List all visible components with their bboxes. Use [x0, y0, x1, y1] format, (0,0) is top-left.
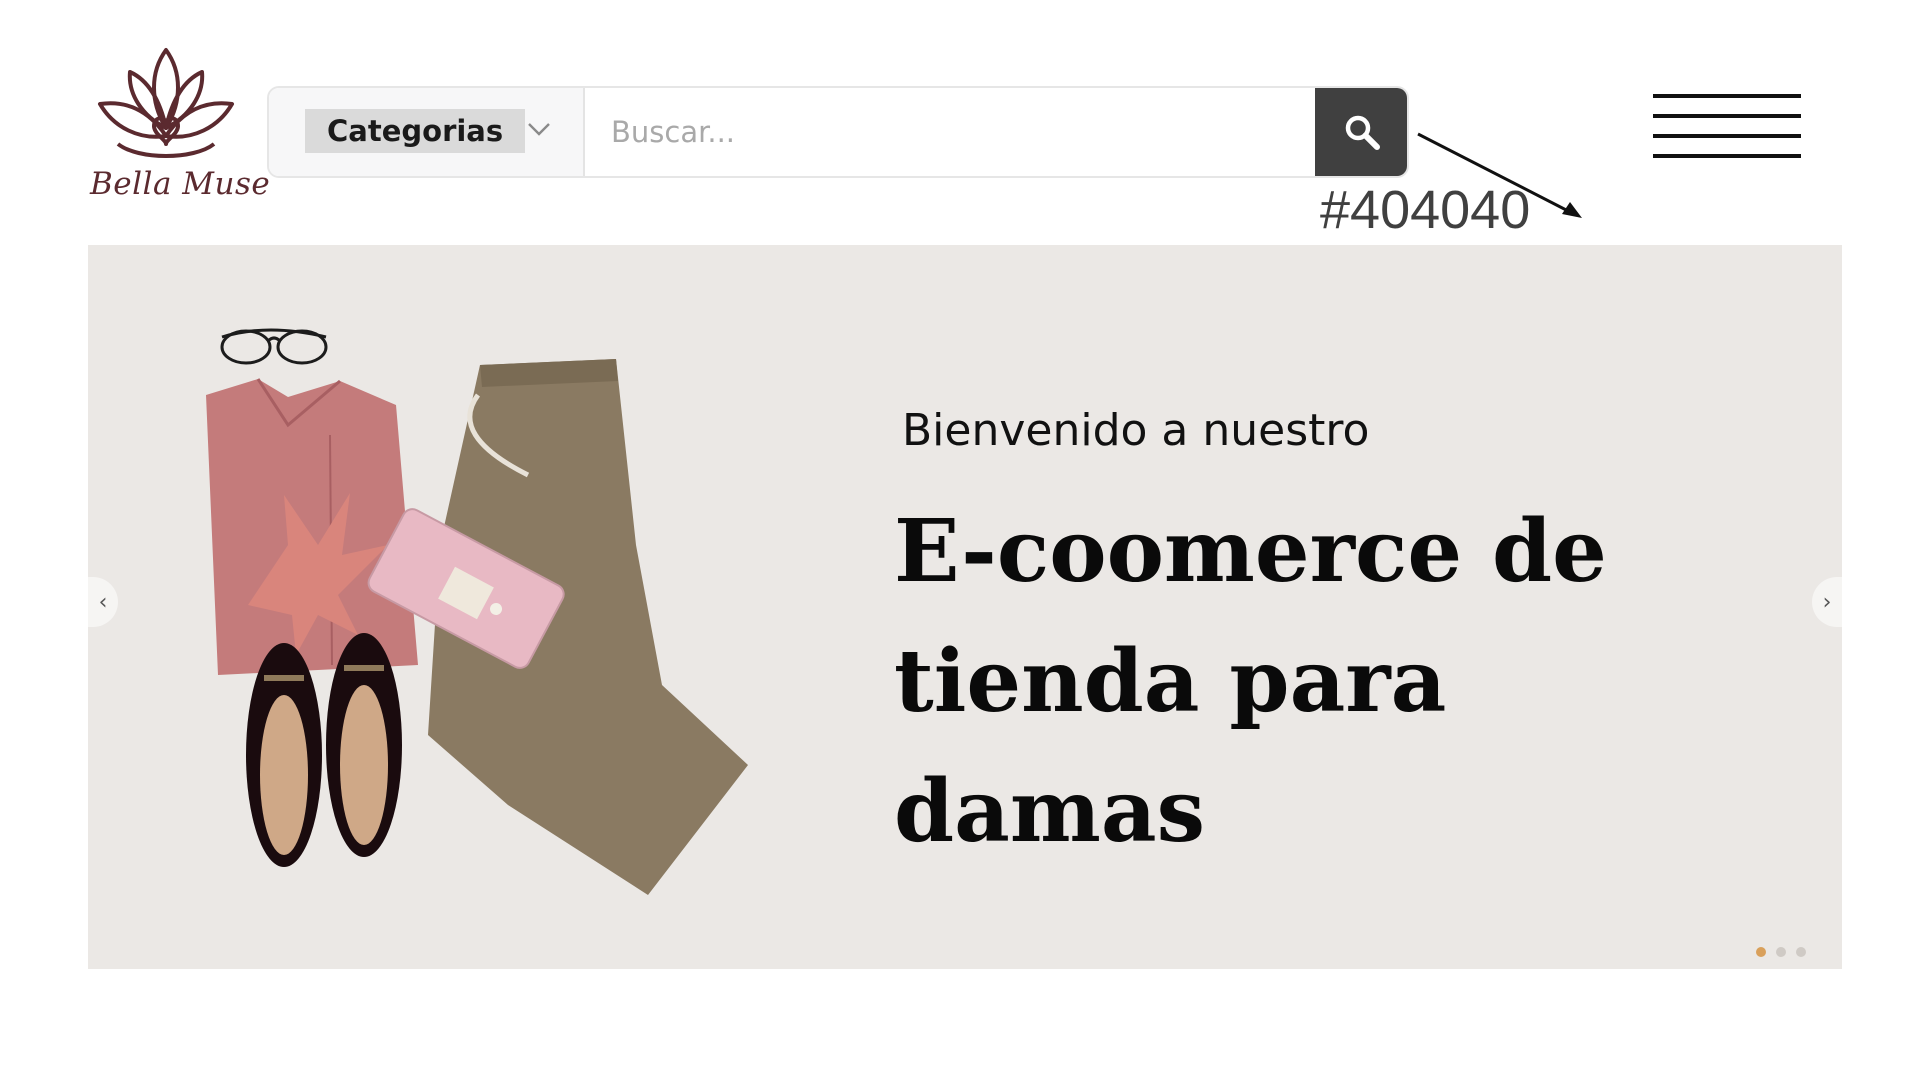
brand-logo[interactable]: Bella Muse [88, 44, 270, 209]
page: Bella Muse Categorias #404040 [0, 0, 1920, 1080]
brand-name: Bella Muse [90, 166, 271, 202]
menu-line [1653, 94, 1801, 98]
search-input[interactable] [585, 88, 1315, 176]
carousel-dots [1756, 947, 1806, 957]
carousel-dot[interactable] [1776, 947, 1786, 957]
hero-title: E-coomerce de tienda para damas [894, 501, 1607, 862]
chevron-down-icon [528, 123, 550, 136]
search-icon [1345, 115, 1380, 150]
category-dropdown[interactable]: Categorias [269, 88, 585, 176]
carousel-dot[interactable] [1756, 947, 1766, 957]
search-bar: Categorias [267, 86, 1409, 178]
color-annotation: #404040 [1320, 180, 1531, 240]
hero-banner: Bienvenido a nuestro E-coomerce de tiend… [88, 245, 1842, 969]
hamburger-menu-icon[interactable] [1653, 90, 1801, 172]
carousel-dot[interactable] [1796, 947, 1806, 957]
menu-line [1653, 134, 1801, 138]
lotus-icon [98, 48, 234, 158]
category-dropdown-label: Categorias [305, 109, 526, 153]
menu-line [1653, 154, 1801, 158]
carousel-next-button[interactable]: › [1812, 577, 1842, 627]
menu-line [1653, 114, 1801, 118]
search-button[interactable] [1315, 88, 1407, 176]
hero-subtitle: Bienvenido a nuestro [902, 405, 1370, 456]
hero-fashion-image [206, 328, 748, 895]
